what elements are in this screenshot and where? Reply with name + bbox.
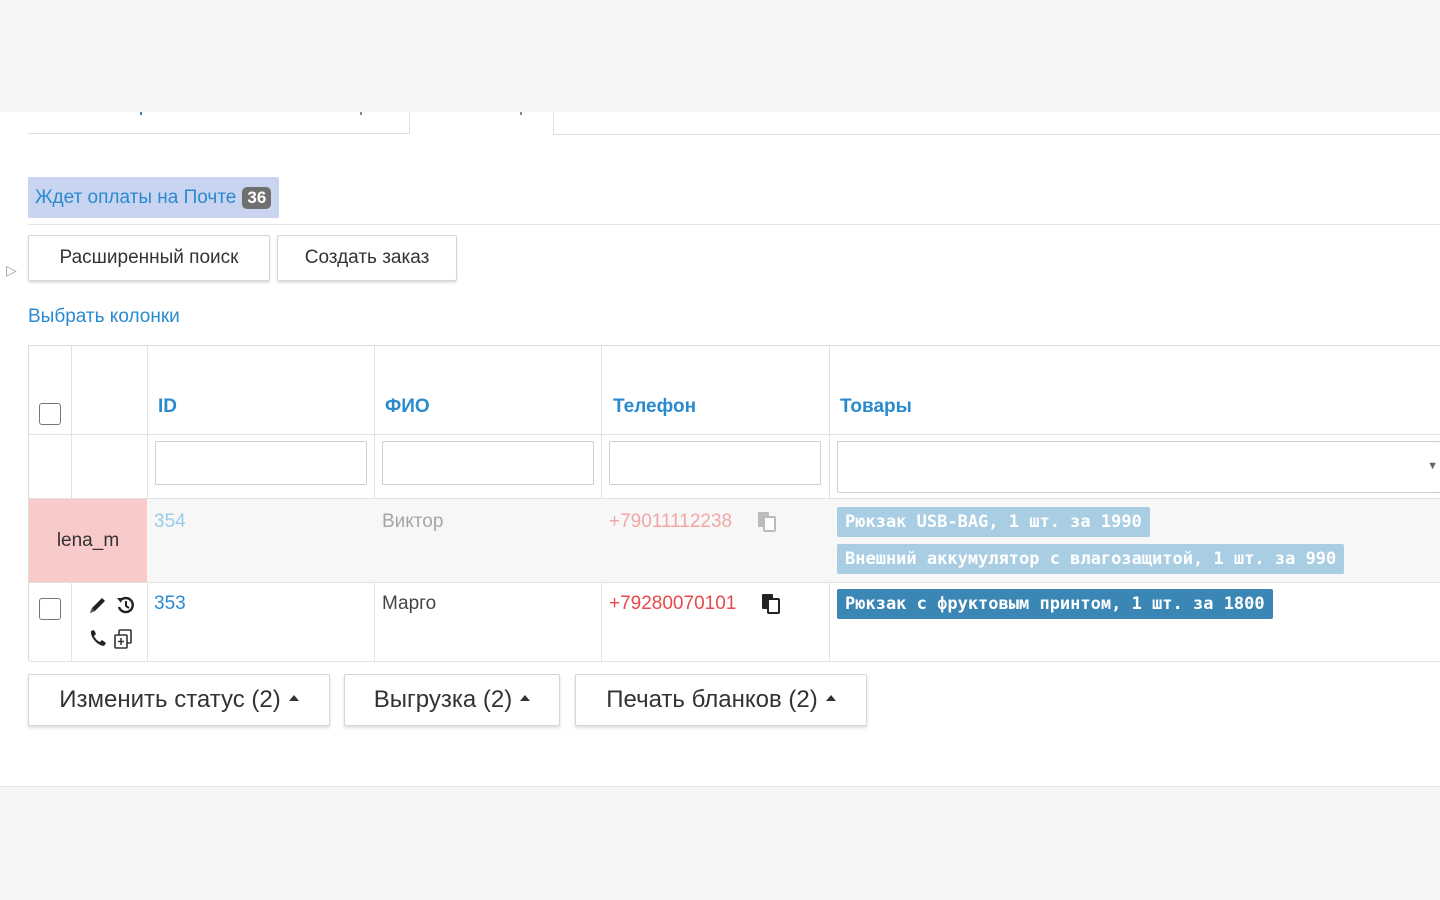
duplicate-order-icon[interactable] — [113, 628, 135, 650]
customer-name: Виктор — [382, 511, 444, 532]
change-status-button[interactable]: Изменить статус (2) — [28, 674, 330, 726]
row-select-checkbox[interactable] — [39, 598, 61, 620]
tab-bar-filler — [553, 112, 1440, 135]
orders-page: Ждет оплаты на Почте 36 ▷ Расширенный по… — [0, 112, 1440, 787]
product-tag: Внешний аккумулятор с влагозащитой, 1 шт… — [837, 544, 1345, 574]
manager-cell: lena_m — [29, 499, 147, 582]
caret-up-icon — [288, 695, 299, 701]
row-divider — [29, 582, 1440, 583]
advanced-search-button[interactable]: Расширенный поиск — [28, 235, 270, 281]
phone-filter-input[interactable] — [609, 441, 821, 485]
mouse-cursor-icon: ▷ — [6, 262, 17, 278]
row-divider — [29, 661, 1440, 662]
row-divider — [29, 434, 1440, 435]
customer-phone[interactable]: +79280070101 — [609, 593, 736, 615]
tabs-strip — [0, 112, 1440, 136]
choose-columns-link[interactable]: Выбрать колонки — [28, 306, 180, 328]
tab-fragment — [140, 112, 142, 115]
page-bottom-border — [0, 786, 1440, 787]
export-label: Выгрузка (2) — [373, 686, 513, 713]
column-header-products[interactable]: Товары — [840, 396, 912, 418]
print-forms-button[interactable]: Печать бланков (2) — [575, 674, 867, 726]
id-filter-input[interactable] — [155, 441, 367, 485]
tab-fragment — [520, 112, 522, 115]
tab-previous[interactable] — [28, 112, 410, 134]
tab-current[interactable] — [412, 112, 552, 136]
create-order-button[interactable]: Создать заказ — [277, 235, 457, 281]
status-filter-chip[interactable]: Ждет оплаты на Почте 36 — [28, 177, 280, 218]
product-tag: Рюкзак с фруктовым принтом, 1 шт. за 180… — [837, 589, 1273, 619]
copy-icon[interactable] — [756, 510, 778, 532]
order-id-link[interactable]: 353 — [154, 593, 186, 615]
history-icon[interactable] — [115, 594, 137, 616]
chevron-down-icon: ▼ — [1427, 460, 1438, 472]
orders-table: ID ФИО Телефон Товары ▼ lena_m 354 Викто… — [28, 345, 1440, 662]
column-header-id[interactable]: ID — [158, 396, 177, 418]
caret-up-icon — [825, 695, 836, 701]
edit-pencil-icon[interactable] — [87, 594, 109, 616]
name-filter-input[interactable] — [382, 441, 594, 485]
column-header-name[interactable]: ФИО — [385, 396, 430, 418]
tab-fragment — [360, 112, 362, 115]
divider — [28, 224, 1440, 225]
change-status-label: Изменить статус (2) — [59, 686, 281, 713]
products-filter-select[interactable]: ▼ — [837, 441, 1440, 493]
select-all-checkbox[interactable] — [39, 403, 61, 425]
customer-phone[interactable]: +79011112238 — [609, 511, 732, 533]
customer-name: Марго — [382, 593, 437, 614]
export-button[interactable]: Выгрузка (2) — [344, 674, 560, 726]
phone-call-icon[interactable] — [87, 628, 109, 650]
status-filter-label: Ждет оплаты на Почте — [35, 186, 237, 208]
order-id-link[interactable]: 354 — [154, 511, 186, 533]
caret-up-icon — [520, 695, 531, 701]
status-count-badge: 36 — [242, 186, 272, 209]
print-forms-label: Печать бланков (2) — [606, 686, 818, 713]
copy-icon[interactable] — [760, 592, 782, 614]
product-tag: Рюкзак USB-BAG, 1 шт. за 1990 — [837, 507, 1150, 537]
column-header-phone[interactable]: Телефон — [613, 396, 696, 418]
